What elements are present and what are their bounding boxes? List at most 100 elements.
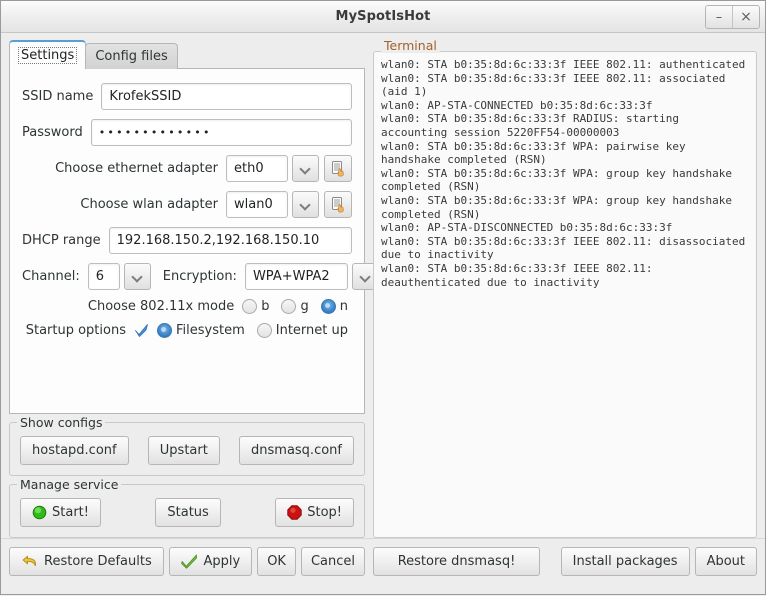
ethernet-adapter-value[interactable]: eth0	[226, 155, 288, 182]
encryption-value[interactable]: WPA+WPA2	[245, 263, 348, 290]
title-bar: MySpotIsHot – ×	[1, 1, 765, 33]
minimize-button[interactable]: –	[706, 6, 732, 28]
channel-value[interactable]: 6	[88, 263, 120, 290]
chevron-down-icon	[301, 164, 310, 173]
restore-dnsmasq-button[interactable]: Restore dnsmasq!	[373, 547, 540, 576]
ssid-input[interactable]: KrofekSSID	[101, 83, 352, 110]
startup-options-row: Startup options Filesystem Internet up	[22, 323, 352, 338]
dhcp-range-row: DHCP range 192.168.150.2,192.168.150.10	[22, 227, 352, 254]
wlan-adapter-label: Choose wlan adapter	[80, 197, 218, 212]
channel-label: Channel:	[22, 269, 80, 284]
ethernet-adapter-label: Choose ethernet adapter	[55, 161, 218, 176]
start-service-label: Start!	[52, 505, 89, 520]
ssid-row: SSID name KrofekSSID	[22, 83, 352, 110]
terminal-line: wlan0: AP-STA-CONNECTED b0:35:8d:6c:33:3…	[381, 99, 750, 113]
terminal-line: wlan0: STA b0:35:8d:6c:33:3f IEEE 802.11…	[381, 262, 750, 289]
manage-service-frame: Manage service Start! Status	[9, 484, 365, 538]
terminal-output[interactable]: wlan0: STA b0:35:8d:6c:33:3f IEEE 802.11…	[373, 51, 757, 538]
wlan-adapter-combo[interactable]: wlan0	[226, 191, 319, 218]
dhcp-range-input[interactable]: 192.168.150.2,192.168.150.10	[109, 227, 352, 254]
terminal-line: wlan0: STA b0:35:8d:6c:33:3f RADIUS: sta…	[381, 112, 750, 139]
apply-button[interactable]: Apply	[169, 547, 252, 576]
manage-service-buttons: Start! Status Stop!	[20, 498, 354, 527]
manage-service-title: Manage service	[17, 477, 121, 492]
status-button[interactable]: Status	[155, 498, 220, 527]
wlan-adapter-pick-button[interactable]	[324, 191, 352, 218]
password-row: Password •••••••••••••	[22, 119, 352, 146]
terminal-line: wlan0: STA b0:35:8d:6c:33:3f WPA: pairwi…	[381, 140, 750, 167]
terminal-line: wlan0: STA b0:35:8d:6c:33:3f WPA: group …	[381, 167, 750, 194]
encryption-combo[interactable]: WPA+WPA2	[245, 263, 379, 290]
close-button[interactable]: ×	[732, 6, 759, 28]
startup-radio-internet-up-label: Internet up	[276, 323, 348, 338]
terminal-line: wlan0: STA b0:35:8d:6c:33:3f IEEE 802.11…	[381, 235, 750, 262]
mode-radio-n[interactable]	[321, 299, 336, 314]
hostapd-conf-button[interactable]: hostapd.conf	[20, 436, 129, 465]
app-window: MySpotIsHot – × Settings Config files	[0, 0, 766, 595]
encryption-label: Encryption:	[163, 269, 237, 284]
terminal-title: Terminal	[381, 38, 440, 53]
mode-radio-n-label: n	[340, 299, 348, 314]
mode-radio-g[interactable]	[281, 299, 296, 314]
mode-row: Choose 802.11x mode b g n	[22, 299, 352, 314]
cancel-button[interactable]: Cancel	[301, 547, 365, 576]
wlan-adapter-value[interactable]: wlan0	[226, 191, 288, 218]
stop-service-button[interactable]: Stop!	[275, 498, 354, 527]
restore-defaults-label: Restore Defaults	[44, 554, 152, 569]
undo-arrow-icon	[21, 554, 39, 569]
terminal-line: wlan0: STA b0:35:8d:6c:33:3f IEEE 802.11…	[381, 58, 750, 72]
green-check-icon	[181, 554, 198, 569]
tab-settings[interactable]: Settings	[9, 40, 86, 69]
channel-encryption-row: Channel: 6 Encryption: WPA+WPA2	[22, 263, 352, 290]
chevron-down-icon	[361, 272, 370, 281]
green-circle-icon	[32, 505, 47, 520]
dnsmasq-conf-button[interactable]: dnsmasq.conf	[239, 436, 354, 465]
manage-service-box: Start! Status Stop!	[9, 484, 365, 538]
ethernet-adapter-dropdown-button[interactable]	[292, 155, 319, 182]
ethernet-adapter-pick-button[interactable]	[324, 155, 352, 182]
startup-options-checkbox[interactable]	[134, 323, 149, 338]
mode-radio-b[interactable]	[242, 299, 257, 314]
terminal-line: wlan0: STA b0:35:8d:6c:33:3f IEEE 802.11…	[381, 72, 750, 99]
window-body: Settings Config files SSID name KrofekSS…	[1, 33, 765, 538]
mode-label: Choose 802.11x mode	[88, 299, 234, 314]
ethernet-adapter-row: Choose ethernet adapter eth0	[22, 155, 352, 182]
start-service-button[interactable]: Start!	[20, 498, 101, 527]
startup-radio-filesystem-label: Filesystem	[176, 323, 245, 338]
show-configs-title: Show configs	[17, 415, 105, 430]
left-pane: Settings Config files SSID name KrofekSS…	[1, 33, 373, 538]
window-controls: – ×	[705, 5, 760, 29]
terminal-frame: Terminal wlan0: STA b0:35:8d:6c:33:3f IE…	[373, 45, 757, 538]
mode-radio-g-label: g	[300, 299, 308, 314]
document-hand-icon	[330, 160, 347, 177]
upstart-button[interactable]: Upstart	[148, 436, 220, 465]
channel-combo[interactable]: 6	[88, 263, 151, 290]
password-input[interactable]: •••••••••••••	[91, 119, 352, 146]
bottom-right-buttons: Restore dnsmasq! Install packages About	[373, 539, 765, 576]
channel-dropdown-button[interactable]	[124, 263, 151, 290]
bottom-left-buttons: Restore Defaults Apply OK Cancel	[1, 539, 373, 576]
tab-config-files[interactable]: Config files	[85, 43, 177, 69]
wlan-adapter-dropdown-button[interactable]	[292, 191, 319, 218]
document-hand-icon	[330, 196, 347, 213]
ok-button[interactable]: OK	[257, 547, 296, 576]
about-button[interactable]: About	[695, 547, 757, 576]
ethernet-adapter-combo[interactable]: eth0	[226, 155, 319, 182]
tab-settings-label: Settings	[19, 48, 76, 63]
ssid-label: SSID name	[22, 89, 93, 104]
install-packages-button[interactable]: Install packages	[561, 547, 690, 576]
startup-radio-filesystem[interactable]	[157, 323, 172, 338]
show-configs-frame: Show configs hostapd.conf Upstart dnsmas…	[9, 422, 365, 476]
tab-config-files-label: Config files	[95, 49, 167, 64]
startup-radio-internet-up[interactable]	[257, 323, 272, 338]
window-title: MySpotIsHot	[336, 9, 431, 24]
apply-label: Apply	[203, 554, 240, 569]
show-configs-box: hostapd.conf Upstart dnsmasq.conf	[9, 422, 365, 476]
terminal-line: wlan0: STA b0:35:8d:6c:33:3f WPA: group …	[381, 194, 750, 221]
restore-defaults-button[interactable]: Restore Defaults	[9, 547, 164, 576]
chevron-down-icon	[133, 272, 142, 281]
checkmark-icon	[134, 323, 149, 338]
wlan-adapter-row: Choose wlan adapter wlan0	[22, 191, 352, 218]
settings-notebook: Settings Config files SSID name KrofekSS…	[9, 39, 365, 414]
bottom-action-bar: Restore Defaults Apply OK Cancel Restore…	[1, 538, 765, 596]
